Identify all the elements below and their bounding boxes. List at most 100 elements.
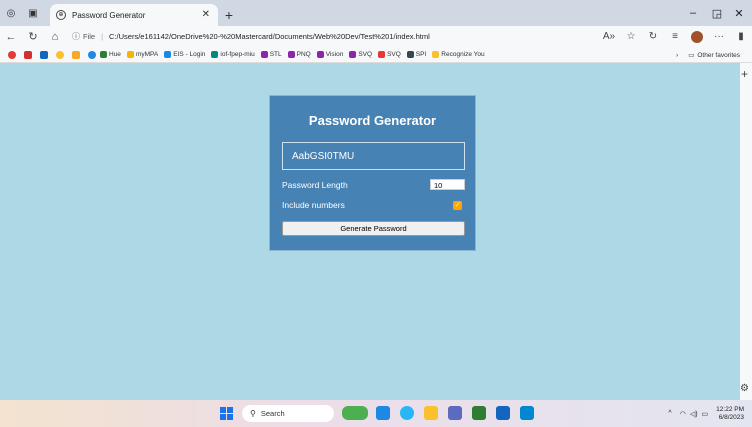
search-label: Search	[260, 409, 285, 418]
favorite-icon	[164, 51, 172, 58]
excel-icon[interactable]	[472, 406, 486, 420]
favorite-icon	[432, 51, 440, 58]
app-icon[interactable]	[72, 50, 80, 59]
clock[interactable]: 12:22 PM 6/8/2023	[716, 406, 744, 422]
favorite-label: EIS - Login	[173, 51, 206, 58]
favorites-bar: Hue myMPA EIS - Login iof-fpep-miu STL PNQ Vis…	[0, 47, 752, 63]
favorite-icon	[211, 51, 219, 58]
app-icon[interactable]	[56, 50, 64, 59]
refresh-icon[interactable]: ↻	[22, 26, 44, 47]
close-window-icon[interactable]: ✕	[728, 0, 750, 26]
windows-taskbar: ⚲ Search ^ ◠ ◁) ▭ 12:22 PM 6/8/2023	[0, 400, 752, 427]
separator: |	[101, 32, 104, 41]
tab-actions-icon[interactable]: ▣	[22, 0, 44, 26]
other-favorites[interactable]: Other favorites	[697, 52, 740, 59]
favorite-label: SVQ	[358, 51, 373, 58]
favorite-icon	[316, 51, 324, 58]
favorite-icon	[126, 51, 134, 58]
numbers-row: Include numbers ✓	[282, 200, 465, 210]
app-icon[interactable]	[24, 50, 32, 59]
more-icon[interactable]: ···	[708, 31, 730, 42]
file-explorer-icon[interactable]	[424, 406, 438, 420]
globe-icon: ⊕	[56, 10, 66, 20]
volume-icon[interactable]: ◁)	[690, 410, 698, 418]
app-icon[interactable]	[88, 50, 96, 59]
favorite-icon	[349, 51, 357, 58]
minimize-icon[interactable]: –	[682, 0, 704, 26]
browser-menu-icon[interactable]: ◎	[0, 0, 22, 26]
restore-icon[interactable]: ◲	[706, 0, 728, 26]
favorite-item[interactable]: EIS - Login	[164, 51, 205, 58]
close-tab-icon[interactable]: ✕	[202, 9, 210, 20]
chevron-up-icon[interactable]: ^	[668, 410, 671, 417]
favorite-label: PNQ	[296, 51, 311, 58]
password-output[interactable]: AabGSI0TMU	[282, 142, 465, 170]
back-icon[interactable]: ←	[0, 26, 22, 47]
collections-icon[interactable]: ≡	[664, 31, 686, 42]
refresh-extension-icon[interactable]: ↻	[642, 31, 664, 42]
favorite-label: SPI	[415, 51, 427, 58]
length-input[interactable]: 10	[430, 179, 465, 190]
teams-icon[interactable]	[448, 406, 462, 420]
favorite-label: Vision	[325, 51, 344, 58]
new-tab-icon[interactable]: +	[218, 4, 240, 26]
scheme-label: File	[83, 32, 96, 41]
date-text: 6/8/2023	[718, 413, 744, 421]
taskbar-search[interactable]: ⚲ Search	[242, 405, 334, 422]
time-text: 12:22 PM	[716, 405, 744, 413]
edge-icon[interactable]	[400, 406, 414, 420]
favorite-label: STL	[269, 51, 282, 58]
include-numbers-checkbox[interactable]: ✓	[453, 200, 462, 210]
favorite-item[interactable]: PNQ	[287, 51, 311, 58]
favorite-label: SVQ	[387, 51, 401, 58]
system-tray: ^ ◠ ◁) ▭ 12:22 PM 6/8/2023	[668, 400, 744, 427]
favorite-item[interactable]: Hue	[100, 51, 121, 58]
sidebar-toggle-icon[interactable]: ▮	[730, 31, 752, 42]
favorite-label: Recognize You	[441, 51, 485, 58]
favorite-item[interactable]: iof-fpep-miu	[211, 51, 255, 58]
favorite-star-icon[interactable]: ☆	[620, 31, 642, 42]
favorite-label: Hue	[109, 51, 121, 58]
favorite-icon	[260, 51, 268, 58]
address-bar-row: ← ↻ ⌂ ⓘ File | C:/Users/e161142/OneDrive…	[0, 26, 752, 47]
favorites-list: Hue myMPA EIS - Login iof-fpep-miu STL PNQ Vis…	[100, 51, 491, 58]
profile-avatar[interactable]	[691, 30, 703, 43]
edge-sidebar: + ⚙	[740, 63, 752, 400]
url-field[interactable]: ⓘ File | C:/Users/e161142/OneDrive%20-%2…	[72, 29, 572, 45]
home-icon[interactable]: ⌂	[44, 26, 66, 47]
favorite-icon	[378, 51, 386, 58]
favorite-item[interactable]: myMPA	[126, 51, 159, 58]
wifi-icon[interactable]: ◠	[680, 410, 686, 418]
weather-widget-icon[interactable]	[342, 406, 368, 420]
app-icon[interactable]	[8, 50, 16, 59]
password-generator-card: Password Generator AabGSI0TMU Password L…	[269, 95, 476, 251]
favorite-item[interactable]: SVQ	[378, 51, 401, 58]
folder-icon: ▭	[688, 52, 695, 59]
tab-password-generator[interactable]: ⊕ Password Generator ✕	[50, 4, 218, 26]
favorite-item[interactable]: SPI	[406, 51, 427, 58]
favorite-item[interactable]: SVQ	[349, 51, 372, 58]
windows-start-icon[interactable]	[220, 407, 233, 420]
favorite-icon	[406, 51, 414, 58]
favorite-item[interactable]: Vision	[316, 51, 344, 58]
word-icon[interactable]	[496, 406, 510, 420]
favorite-item[interactable]: STL	[260, 51, 282, 58]
tab-title: Password Generator	[72, 10, 146, 20]
outlook-icon[interactable]	[376, 406, 390, 420]
app-icon[interactable]	[40, 50, 48, 59]
favorite-label: myMPA	[135, 51, 159, 58]
favorite-item[interactable]: Recognize You	[432, 51, 485, 58]
favorite-icon	[100, 51, 107, 58]
password-text: AabGSI0TMU	[292, 150, 355, 162]
length-label: Password Length	[282, 179, 348, 190]
generate-password-button[interactable]: Generate Password	[282, 221, 465, 236]
add-icon[interactable]: +	[741, 67, 748, 81]
battery-icon[interactable]: ▭	[702, 410, 709, 418]
search-icon: ⚲	[250, 409, 256, 418]
read-aloud-icon[interactable]: A»	[598, 31, 620, 42]
vscode-icon[interactable]	[520, 406, 534, 420]
chevron-right-icon[interactable]: ›	[676, 52, 678, 59]
favorite-icon	[287, 51, 295, 58]
page-title: Password Generator	[308, 113, 437, 128]
gear-icon[interactable]: ⚙	[740, 383, 749, 394]
